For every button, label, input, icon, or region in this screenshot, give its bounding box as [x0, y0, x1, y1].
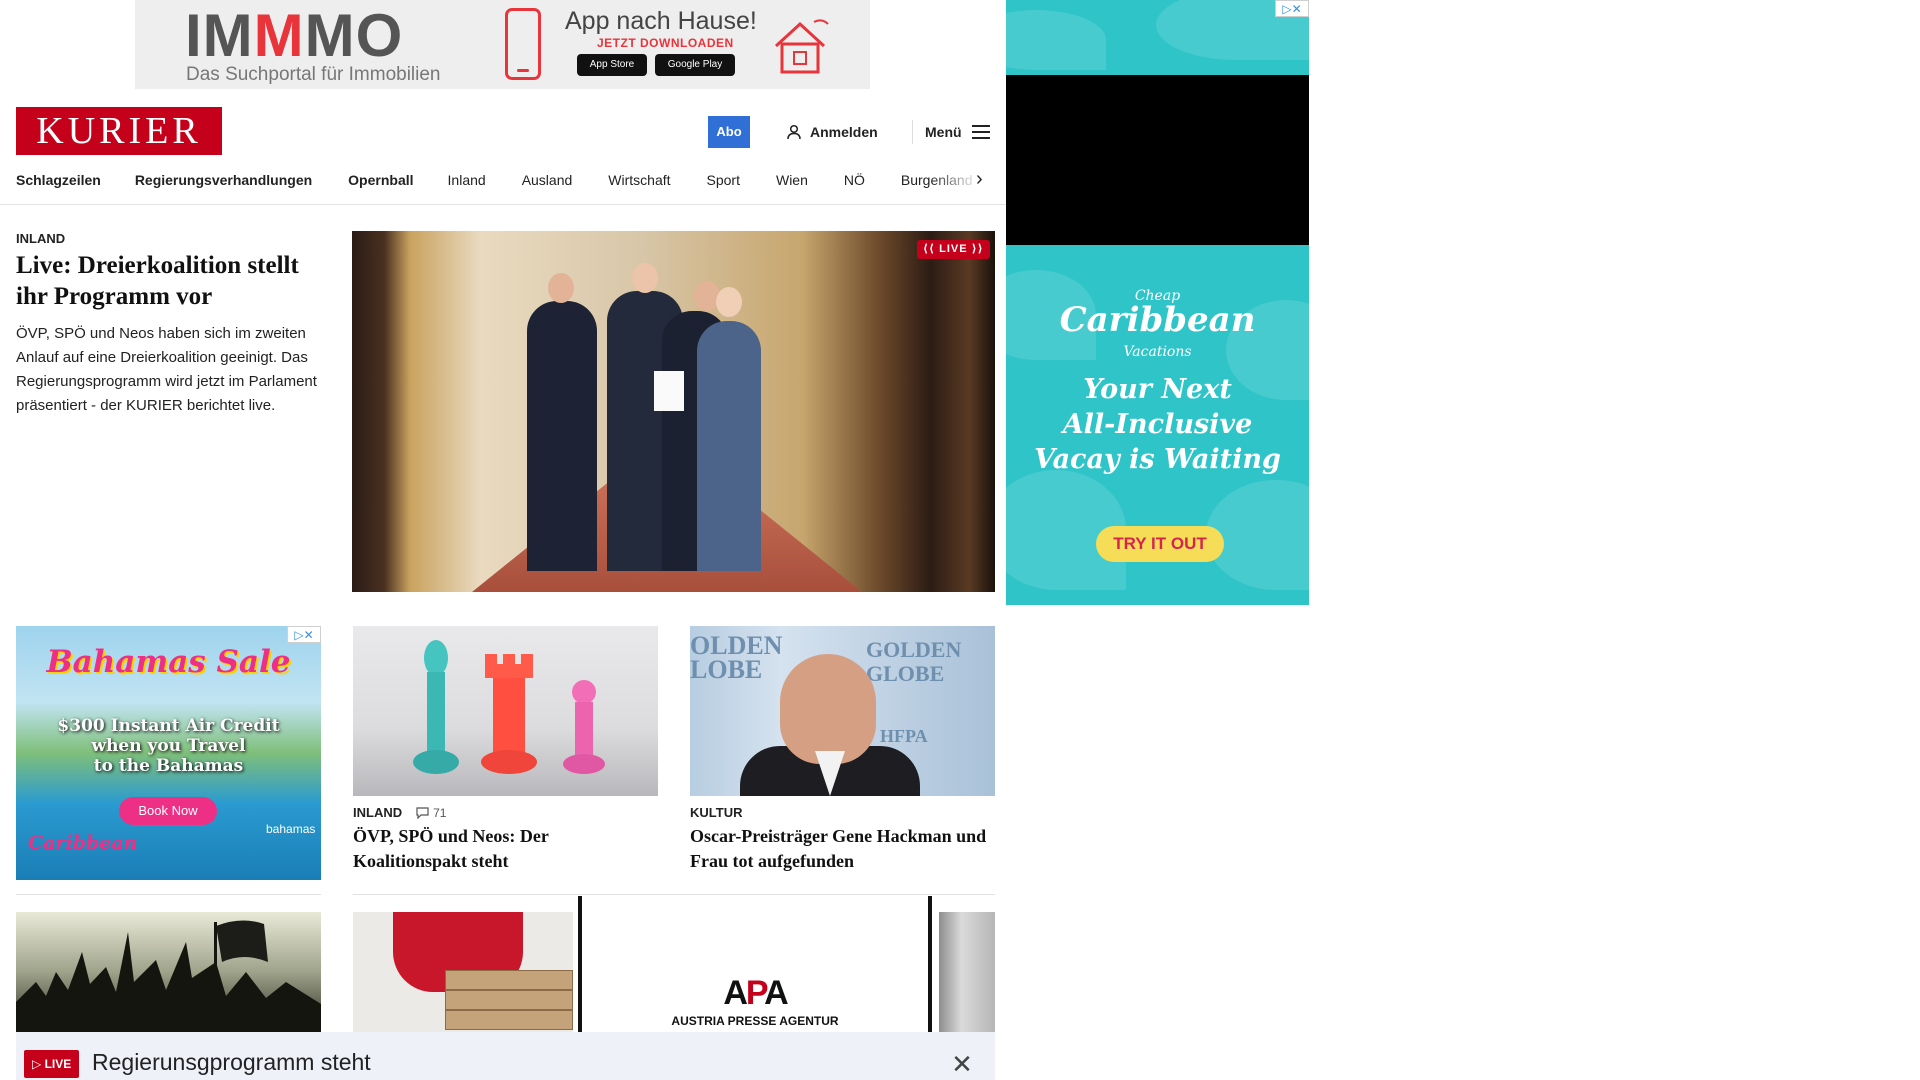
live-ticker-bar[interactable]: ▷ LIVE Regierunsgprogramm steht ✕	[16, 1032, 995, 1080]
nav-item-regierungsverhandlungen[interactable]: Regierungsverhandlungen	[135, 172, 312, 188]
card-kicker[interactable]: INLAND	[353, 805, 402, 820]
phone-icon	[505, 8, 541, 80]
row-divider	[16, 894, 321, 895]
abo-button[interactable]: Abo	[708, 116, 750, 148]
apa-subtitle: AUSTRIA PRESSE AGENTUR	[671, 1014, 839, 1028]
nav-item-wien[interactable]: Wien	[776, 172, 808, 188]
chevron-right-icon[interactable]: ›	[976, 168, 990, 192]
card-image-koalition[interactable]	[353, 626, 658, 796]
caribbean-logo: Caribbean	[28, 832, 138, 854]
menu-button[interactable]: Menü	[925, 120, 990, 144]
comments-count[interactable]: 71	[416, 806, 446, 820]
skyscraper-ad[interactable]: Cheap Caribbean Vacations Your Next All-…	[1006, 0, 1309, 605]
lead-teaser[interactable]: ÖVP, SPÖ und Neos haben sich im zweiten …	[16, 322, 326, 418]
try-it-out-button[interactable]: TRY IT OUT	[1096, 526, 1224, 562]
bahamas-logo: bahamas	[266, 822, 316, 836]
adchoices-icon[interactable]: ▷✕	[1275, 0, 1309, 17]
kurier-logo[interactable]: KURIER	[16, 107, 222, 155]
card-image-hackman[interactable]: OLDEN LOBE GOLDEN GLOBE HFPA	[690, 626, 995, 796]
lead-title[interactable]: Live: Dreierkoalition stellt ihr Program…	[16, 250, 328, 312]
bahamas-ad[interactable]: Bahamas Sale $300 Instant Air Credit whe…	[16, 626, 321, 880]
nav-item-schlagzeilen[interactable]: Schlagzeilen	[16, 172, 101, 188]
chess-pawn	[563, 680, 605, 774]
lead-kicker[interactable]: INLAND	[16, 231, 65, 246]
nav-item-wirtschaft[interactable]: Wirtschaft	[608, 172, 670, 188]
card-image-pizza[interactable]	[353, 912, 573, 1032]
immmo-tagline: Das Suchportal für Immobilien	[186, 64, 441, 85]
book-now-button[interactable]: Book Now	[119, 797, 217, 825]
card-title[interactable]: Oscar-Preisträger Gene Hackman und Frau …	[690, 824, 995, 874]
header-divider	[912, 120, 913, 144]
sky-headline: Your Next All-Inclusive Vacay is Waiting	[1034, 374, 1281, 475]
card-meta: KULTUR	[690, 805, 742, 820]
ad-headline: App nach Hause!	[565, 7, 757, 35]
live-badge: ⟨⟨ LIVE ⟩⟩	[917, 240, 990, 259]
sky-logo-bottom: Vacations	[1123, 344, 1192, 360]
card-title[interactable]: ÖVP, SPÖ und Neos: Der Koalitionspakt st…	[353, 824, 658, 874]
nav-divider-line	[0, 204, 1006, 205]
nav-fade	[930, 168, 980, 192]
row-divider	[353, 894, 995, 895]
ticker-live-badge: ▷ LIVE	[24, 1050, 80, 1078]
bahamas-text: $300 Instant Air Credit when you Travel …	[57, 716, 280, 776]
chess-rook	[481, 654, 537, 774]
nav-item-ausland[interactable]: Ausland	[522, 172, 573, 188]
user-icon	[787, 124, 801, 140]
close-icon[interactable]: ✕	[948, 1050, 976, 1078]
menu-label: Menü	[925, 124, 962, 140]
section-nav: Schlagzeilen Regierungsverhandlungen Ope…	[16, 168, 990, 192]
chess-bishop	[413, 640, 459, 774]
google-play-badge[interactable]: Google Play	[655, 54, 735, 76]
nav-item-noe[interactable]: NÖ	[844, 172, 865, 188]
top-banner-ad[interactable]: IMMMO Das Suchportal für Immobilien App …	[135, 0, 870, 89]
card-image-building[interactable]	[939, 912, 995, 1032]
card-kicker[interactable]: KULTUR	[690, 805, 742, 820]
app-store-badge[interactable]: App Store	[577, 54, 647, 76]
bahamas-title: Bahamas Sale	[46, 644, 291, 680]
hamburger-icon	[971, 125, 990, 139]
ad-video-area	[1006, 75, 1309, 245]
nav-item-inland[interactable]: Inland	[448, 172, 486, 188]
adchoices-icon[interactable]: ▷✕	[287, 626, 321, 643]
ticker-headline[interactable]: Regierunsgprogramm steht	[92, 1049, 371, 1076]
ad-cta: JETZT DOWNLOADEN	[597, 36, 734, 50]
card-meta: INLAND 71	[353, 805, 446, 820]
backdrop-text-sub: HFPA	[880, 726, 928, 746]
silhouette-image	[16, 920, 321, 1032]
immmo-logo: IMMMO	[185, 2, 404, 69]
card-image-militants[interactable]	[16, 912, 321, 1032]
sky-logo-main: Caribbean	[1059, 300, 1256, 340]
login-link[interactable]: Anmelden	[786, 120, 878, 144]
house-icon	[774, 19, 829, 74]
login-label: Anmelden	[810, 124, 878, 140]
nav-item-sport[interactable]: Sport	[707, 172, 740, 188]
backdrop-text-left: OLDEN LOBE	[690, 631, 783, 684]
lead-image[interactable]	[352, 231, 995, 592]
apa-logo: APA	[723, 974, 788, 1012]
nav-item-opernball[interactable]: Opernball	[348, 172, 413, 188]
backdrop-text-top: GOLDEN GLOBE	[866, 637, 962, 686]
comment-icon	[416, 806, 429, 819]
